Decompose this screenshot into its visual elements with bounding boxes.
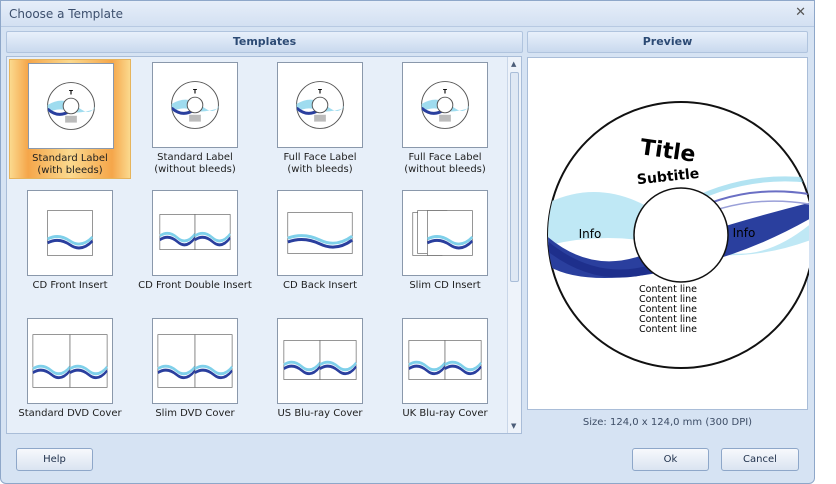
dialog-title: Choose a Template xyxy=(9,7,124,21)
svg-text:T: T xyxy=(193,89,197,95)
template-label: UK Blu-ray Cover xyxy=(402,408,488,419)
template-tile[interactable]: T Full Face Label (with bleeds) xyxy=(259,59,381,179)
template-thumbnail xyxy=(277,190,363,276)
template-tile[interactable]: Standard DVD Cover xyxy=(9,315,131,433)
template-label: Slim CD Insert xyxy=(409,280,481,291)
template-thumbnail: T xyxy=(277,62,363,148)
scroll-up-icon[interactable]: ▲ xyxy=(511,60,516,68)
choose-template-dialog: Choose a Template ✕ Templates Preview T … xyxy=(0,0,815,484)
svg-text:T: T xyxy=(443,89,447,95)
template-label: Standard Label (without bleeds) xyxy=(154,152,236,175)
template-label: CD Back Insert xyxy=(283,280,357,291)
template-label: CD Front Insert xyxy=(32,280,108,291)
template-tile[interactable]: T Standard Label (without bleeds) xyxy=(134,59,256,179)
size-info: Size: 124,0 x 124,0 mm (300 DPI) xyxy=(582,417,753,428)
template-label: US Blu-ray Cover xyxy=(277,408,363,419)
disc-info-left: Info xyxy=(579,227,602,241)
template-tile[interactable]: CD Front Double Insert xyxy=(134,187,256,307)
preview-header: Preview xyxy=(527,31,808,53)
template-thumbnail: T xyxy=(152,62,238,148)
preview-pane: Title Subtitle Info Info Content line Co… xyxy=(527,57,815,410)
template-thumbnail xyxy=(402,318,488,404)
template-tile[interactable]: Slim DVD Cover xyxy=(134,315,256,433)
template-grid: T Standard Label (with bleeds) T Standard … xyxy=(6,56,522,434)
template-tile[interactable]: CD Back Insert xyxy=(259,187,381,307)
templates-header: Templates xyxy=(6,31,523,53)
template-thumbnail xyxy=(277,318,363,404)
scroll-down-icon[interactable]: ▼ xyxy=(511,422,516,430)
template-label: Standard DVD Cover xyxy=(18,408,122,419)
disc-info-right: Info xyxy=(733,226,756,240)
template-label: Full Face Label (without bleeds) xyxy=(404,152,486,175)
scrollbar[interactable]: ▲ ▼ xyxy=(507,57,521,433)
template-label: Slim DVD Cover xyxy=(155,408,235,419)
template-tile[interactable]: T Standard Label (with bleeds) xyxy=(9,59,131,179)
svg-text:T: T xyxy=(69,90,73,96)
template-tile[interactable]: CD Front Insert xyxy=(9,187,131,307)
template-tile[interactable]: UK Blu-ray Cover xyxy=(384,315,506,433)
template-thumbnail: T xyxy=(28,63,114,149)
cancel-button[interactable]: Cancel xyxy=(721,448,799,471)
disc-preview: Title Subtitle Info Info Content line Co… xyxy=(547,101,815,369)
template-thumbnail xyxy=(402,190,488,276)
content-line: Content line xyxy=(639,324,697,335)
template-thumbnail xyxy=(27,318,113,404)
close-icon[interactable]: ✕ xyxy=(795,5,806,20)
template-tile[interactable]: T Full Face Label (without bleeds) xyxy=(384,59,506,179)
template-label: Standard Label (with bleeds) xyxy=(32,153,108,176)
scrollbar-thumb[interactable] xyxy=(510,72,519,282)
template-thumbnail xyxy=(152,318,238,404)
title-bar: Choose a Template ✕ xyxy=(1,1,814,27)
template-tile[interactable]: Slim CD Insert xyxy=(384,187,506,307)
template-thumbnail: T xyxy=(402,62,488,148)
template-thumbnail xyxy=(152,190,238,276)
help-button[interactable]: Help xyxy=(16,448,93,471)
template-label: Full Face Label (with bleeds) xyxy=(283,152,357,175)
ok-button[interactable]: Ok xyxy=(632,448,709,471)
template-label: CD Front Double Insert xyxy=(138,280,252,291)
template-tile[interactable]: US Blu-ray Cover xyxy=(259,315,381,433)
template-thumbnail xyxy=(27,190,113,276)
svg-text:T: T xyxy=(318,89,322,95)
